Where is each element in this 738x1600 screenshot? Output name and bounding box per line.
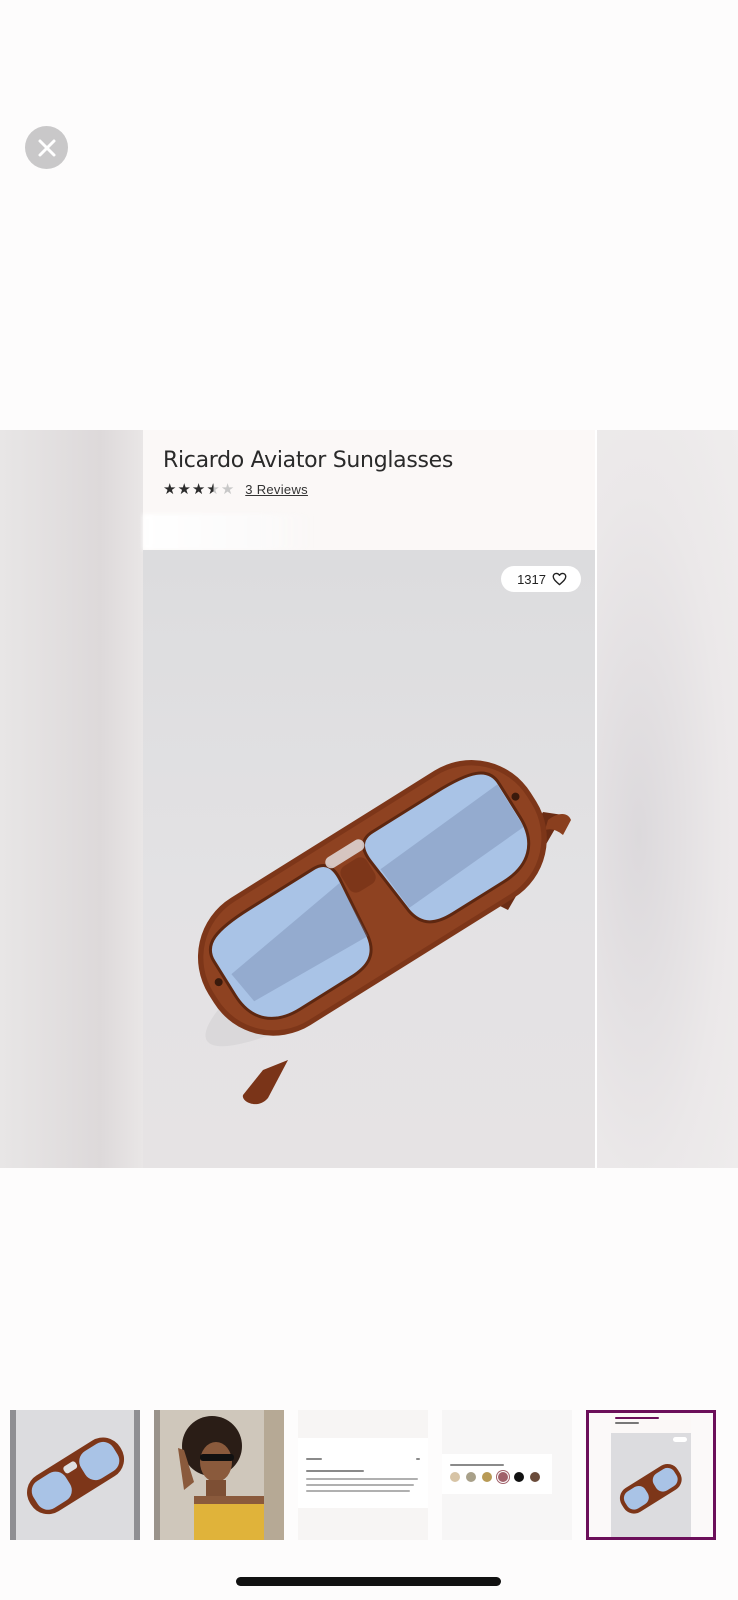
product-header: Ricardo Aviator Sunglasses ★★★★★ 3 Revie…: [143, 430, 595, 550]
previous-image-peek[interactable]: [0, 430, 143, 1168]
swatch: [450, 1472, 460, 1482]
sunglasses-thumb-image: [27, 1437, 125, 1515]
star-empty-icon: ★: [220, 481, 236, 498]
rating-row: ★★★★★ 3 Reviews: [163, 480, 308, 498]
thumbnail-3[interactable]: [298, 1410, 428, 1540]
blurred-overlay: [143, 514, 313, 550]
image-viewer[interactable]: Ricardo Aviator Sunglasses ★★★★★ 3 Revie…: [0, 430, 738, 1168]
swatch-selected: [498, 1472, 508, 1482]
thumbnail-4[interactable]: [442, 1410, 572, 1540]
product-photo: 1317: [143, 550, 595, 1168]
thumbnail-1[interactable]: [10, 1410, 140, 1540]
sunglasses-image: [197, 760, 571, 1105]
swatch: [514, 1472, 524, 1482]
color-swatch-row: [450, 1472, 540, 1482]
thumbnail-5[interactable]: [586, 1410, 716, 1540]
reviews-link[interactable]: 3 Reviews: [245, 482, 308, 497]
product-title: Ricardo Aviator Sunglasses: [163, 448, 454, 473]
current-image: Ricardo Aviator Sunglasses ★★★★★ 3 Revie…: [143, 430, 597, 1168]
star-rating: ★★★★★: [163, 480, 235, 498]
swatch: [530, 1472, 540, 1482]
close-button[interactable]: [25, 126, 68, 169]
sunglasses-thumb-image: [619, 1463, 682, 1514]
star-icon: ★: [191, 481, 207, 498]
close-icon: [38, 139, 55, 156]
thumbnail-2[interactable]: [154, 1410, 284, 1540]
star-icon: ★: [163, 481, 178, 498]
next-image-peek[interactable]: [596, 430, 738, 1168]
thumbnail-strip: [10, 1410, 716, 1540]
star-icon: ★: [177, 481, 192, 498]
swatch: [482, 1472, 492, 1482]
star-half-icon: ★: [206, 481, 221, 498]
swatch: [466, 1472, 476, 1482]
home-indicator[interactable]: [236, 1577, 501, 1586]
